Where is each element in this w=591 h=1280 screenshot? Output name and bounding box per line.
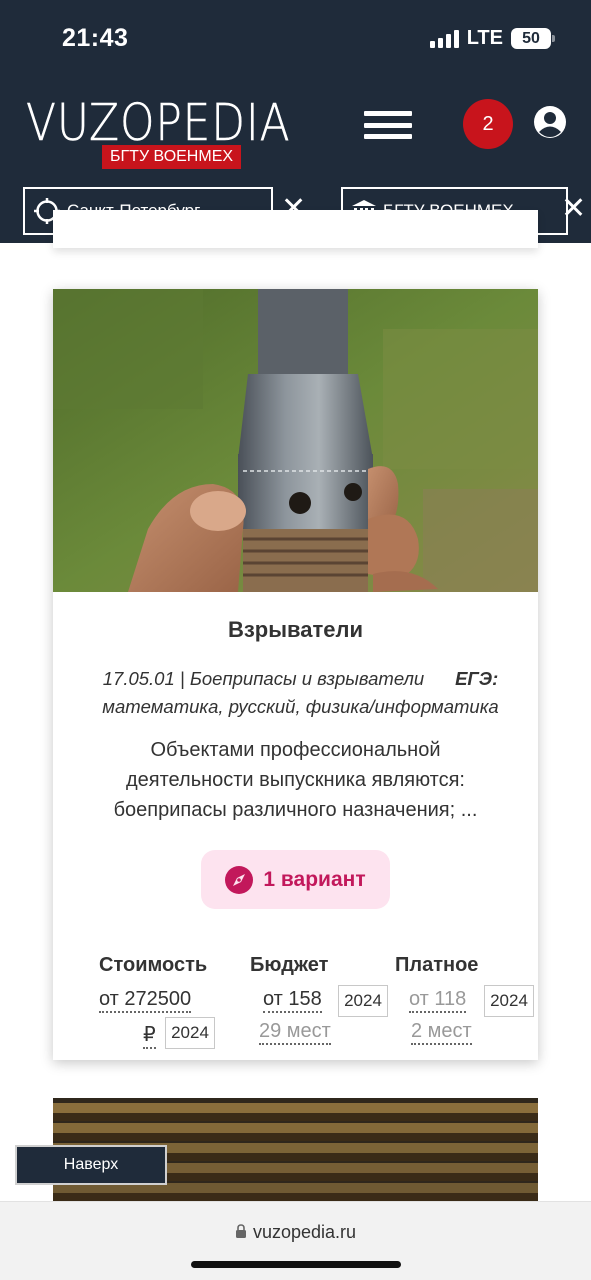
previous-card bbox=[53, 210, 538, 248]
cost-year-select[interactable]: 2024 bbox=[165, 1017, 215, 1049]
site-logo[interactable]: VUZOPEDIA БГТУ ВОЕНМЕХ bbox=[26, 94, 291, 176]
browser-address-bar[interactable]: vuzopedia.ru bbox=[0, 1201, 591, 1280]
program-card[interactable]: Взрыватели 17.05.01 | Боеприпасы и взрыв… bbox=[53, 289, 538, 1060]
cost-header: Стоимость bbox=[99, 954, 208, 976]
menu-icon[interactable] bbox=[364, 111, 412, 139]
lock-icon bbox=[235, 1224, 246, 1238]
network-type: LTE bbox=[466, 27, 503, 49]
budget-places: 29 мест bbox=[259, 1020, 331, 1045]
program-meta: 17.05.01 | Боеприпасы и взрыватели ЕГЭ: … bbox=[73, 665, 528, 721]
budget-value: от 158 bbox=[263, 988, 322, 1013]
paid-year-select[interactable]: 2024 bbox=[484, 985, 534, 1017]
program-image bbox=[53, 289, 538, 592]
user-icon[interactable] bbox=[533, 105, 567, 139]
paid-value: от 118 bbox=[409, 988, 467, 1013]
paid-places: 2 мест bbox=[411, 1020, 472, 1045]
logo-badge: БГТУ ВОЕНМЕХ bbox=[102, 145, 242, 169]
program-stats: Стоимость Бюджет Платное от 272500 ₽ 202… bbox=[53, 954, 538, 1054]
header: 21:43 LTE 50 VUZOPEDIA БГТУ ВОЕНМЕХ 2 Са… bbox=[0, 0, 591, 243]
logo-text: VUZOPEDIA bbox=[26, 94, 291, 153]
compass-icon bbox=[225, 865, 254, 894]
variants-label: 1 вариант bbox=[263, 867, 366, 891]
status-indicators: LTE 50 bbox=[429, 27, 555, 50]
clear-university-icon[interactable]: ✕ bbox=[561, 194, 586, 224]
signal-icon bbox=[429, 29, 459, 48]
cost-value: от 272500 bbox=[99, 988, 192, 1013]
budget-year-select[interactable]: 2024 bbox=[338, 985, 388, 1017]
scroll-to-top-button[interactable]: Наверх bbox=[15, 1145, 167, 1185]
paid-header: Платное bbox=[395, 954, 479, 976]
program-description: Объектами профессиональной деятельности … bbox=[113, 739, 478, 821]
cost-currency: ₽ bbox=[143, 1022, 156, 1049]
variants-button[interactable]: 1 вариант bbox=[201, 850, 390, 909]
notifications-badge[interactable]: 2 bbox=[463, 99, 513, 149]
program-code: 17.05.01 | Боеприпасы и взрыватели bbox=[102, 668, 425, 689]
url-text: vuzopedia.ru bbox=[252, 1222, 357, 1242]
home-indicator[interactable] bbox=[191, 1261, 401, 1268]
url-display[interactable]: vuzopedia.ru bbox=[0, 1222, 591, 1243]
budget-header: Бюджет bbox=[250, 954, 329, 976]
status-time: 21:43 bbox=[62, 24, 129, 52]
ege-subjects: математика, русский, физика/информатика bbox=[102, 696, 499, 717]
battery-level: 50 bbox=[522, 29, 540, 47]
program-title[interactable]: Взрыватели bbox=[53, 617, 538, 643]
battery-icon: 50 bbox=[511, 28, 555, 49]
ege-label: ЕГЭ: bbox=[455, 668, 499, 689]
